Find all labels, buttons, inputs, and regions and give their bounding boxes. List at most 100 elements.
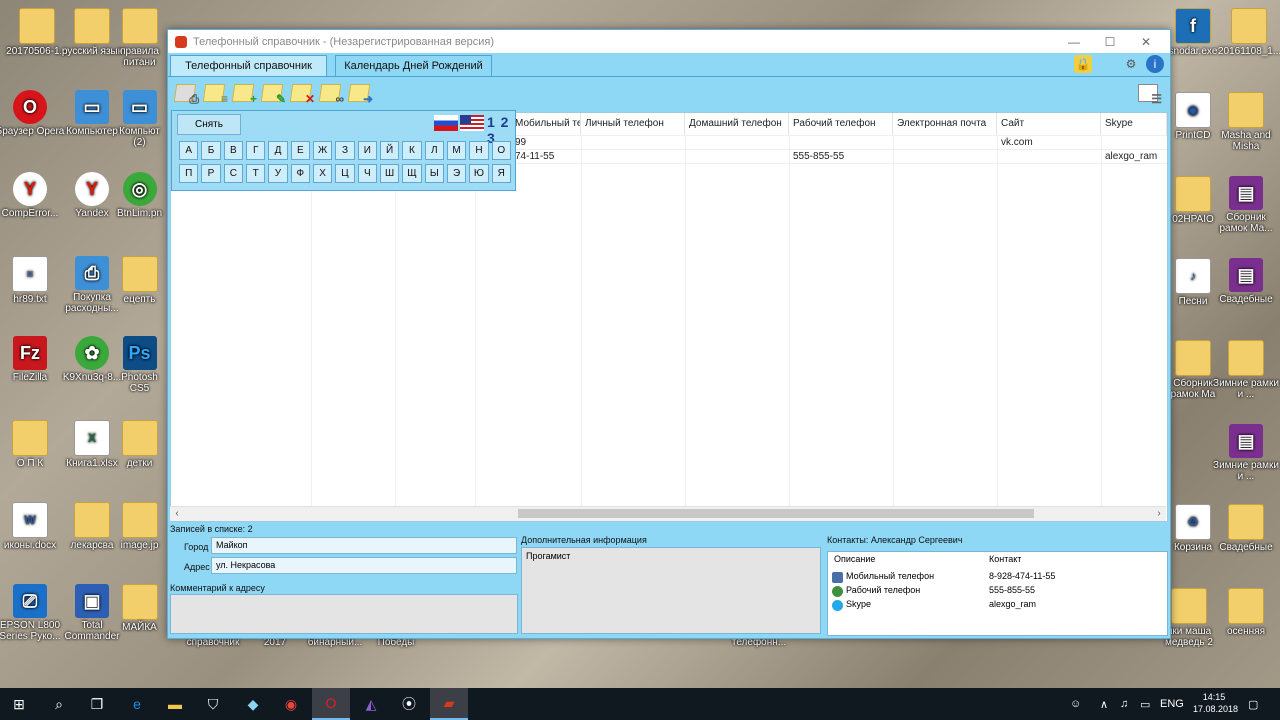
column-header[interactable]: Домашний телефон [685,113,789,135]
letter-button[interactable]: Ш [379,164,400,183]
column-header[interactable]: Личный телефон [581,113,685,135]
scroll-left-icon[interactable]: ‹ [170,507,184,521]
desktop-icon[interactable]: 02HPAIO [1168,176,1218,225]
letter-button[interactable]: М [446,141,467,160]
phonebook-taskbar-icon[interactable]: ▰ [430,688,468,720]
desktop-icon[interactable]: Зимние рамки и ... [1212,340,1280,400]
list-view-button[interactable]: ☰ [1136,81,1162,105]
letter-button[interactable]: С [223,164,243,183]
info-icon[interactable]: i [1146,55,1164,73]
letter-button[interactable]: Л [424,141,444,160]
desktop-icon[interactable]: ◎ BtnLim.pn [112,172,167,219]
letter-button[interactable]: Ы [424,164,444,183]
letter-button[interactable]: Х [312,164,333,183]
letter-button[interactable]: И [357,141,377,160]
letter-button[interactable]: Й [379,141,400,160]
view-note-button[interactable]: ≡ [202,81,228,105]
letter-button[interactable]: А [179,141,199,160]
minimize-button[interactable]: — [1056,30,1092,53]
network-icon[interactable]: ▭ [1140,688,1150,720]
clock[interactable]: 14:15 17.08.2018 [1193,691,1238,715]
visual-studio-icon[interactable]: ◭ [352,688,390,720]
app-icon[interactable]: ◆ [234,688,272,720]
letter-button[interactable]: О [491,141,511,160]
letter-button[interactable]: У [268,164,288,183]
windows-start-icon[interactable]: ⊞ [0,688,38,720]
letter-button[interactable]: П [179,164,199,183]
delete-note-button[interactable]: ✕ [289,81,315,105]
scrollbar-thumb[interactable] [518,509,1034,518]
russian-flag-icon[interactable] [434,115,458,131]
desktop-icon[interactable]: 20161108_1... [1218,8,1280,57]
desktop-icon[interactable]: ◉ PrintCD [1168,92,1218,141]
letter-button[interactable]: Д [268,141,288,160]
desktop-icon[interactable]: осенняя [1212,588,1280,637]
tray-overflow-icon[interactable]: ∧ [1100,688,1108,720]
notifications-icon[interactable]: ▢ [1248,688,1258,720]
desktop-icon[interactable]: Ps Photosh CS5 [112,336,167,394]
letter-button[interactable]: Щ [402,164,422,183]
list-item[interactable]: Рабочий телефон 555-855-55 [832,585,1162,598]
letter-button[interactable]: Ю [469,164,489,183]
horizontal-scrollbar[interactable]: ‹ › [170,506,1166,521]
list-item[interactable]: Skype alexgo_ram [832,599,1162,612]
letter-button[interactable]: Р [201,164,221,183]
desktop-icon[interactable]: ецепть [112,256,167,305]
desktop-icon[interactable]: ▭ Компьют (2) [112,90,167,148]
desktop-icon[interactable]: правила питани [112,8,167,68]
letter-button[interactable]: З [335,141,355,160]
title-bar[interactable]: Телефонный справочник - (Незарегистриров… [168,30,1170,53]
language-indicator[interactable]: ENG [1160,688,1184,720]
desktop-icon[interactable]: ♪ Песни [1168,258,1218,307]
close-button[interactable]: ✕ [1128,30,1164,53]
people-icon[interactable]: ☺ [1070,688,1081,720]
maximize-button[interactable]: ☐ [1092,30,1128,53]
column-header[interactable]: Мобильный телефон [511,113,581,135]
column-header[interactable]: Skype [1101,113,1167,135]
scroll-right-icon[interactable]: › [1152,507,1166,521]
letter-button[interactable]: Г [245,141,266,160]
column-header[interactable]: Сайт [997,113,1101,135]
comment-field[interactable] [170,594,518,634]
tab-birthday-calendar[interactable]: Календарь Дней Рождений [335,55,492,76]
edge-icon[interactable]: e [118,688,156,720]
letter-button[interactable]: Т [245,164,266,183]
desktop-icon[interactable]: Masha and Misha [1212,92,1280,152]
letter-button[interactable]: В [223,141,243,160]
desktop-icon[interactable]: ♻ Корзина [1168,504,1218,553]
letter-button[interactable]: Б [201,141,221,160]
letter-button[interactable]: Ж [312,141,333,160]
export-button[interactable]: ➜ [347,81,373,105]
tab-phonebook[interactable]: Телефонный справочник [170,55,327,76]
desktop-icon[interactable]: ▤ Свадебные [1212,258,1280,305]
letter-button[interactable]: К [402,141,422,160]
search-icon[interactable]: ⌕ [40,688,78,720]
print-button[interactable]: ⎙ [173,81,199,105]
edit-note-button[interactable]: ✎ [260,81,286,105]
desktop-icon[interactable]: МАЙКА [112,584,167,633]
letter-button[interactable]: Я [491,164,511,183]
clear-filter-button[interactable]: Снять [177,114,241,135]
add-note-button[interactable]: + [231,81,257,105]
column-header[interactable]: Электронная почта [893,113,997,135]
desktop-icon[interactable]: ▤ Зимние рамки и ... [1212,424,1280,482]
task-view-icon[interactable]: ❐ [78,688,116,720]
list-item[interactable]: Мобильный телефон 8-928-474-11-55 [832,571,1162,584]
desktop-icon[interactable]: ▤ Сборник рамок Ма... [1212,176,1280,234]
desktop-icon[interactable]: Свадебные [1212,504,1280,553]
file-explorer-icon[interactable]: ▬ [156,688,194,720]
letter-button[interactable]: Н [469,141,489,160]
volume-icon[interactable]: ♫ [1120,688,1128,720]
desktop-icon[interactable]: f snodar.exe [1168,8,1218,57]
letter-button[interactable]: Е [290,141,310,160]
store-icon[interactable]: ⛉ [194,688,232,720]
desktop-icon[interactable]: image.jp [112,502,167,551]
search-button[interactable]: ∞ [318,81,344,105]
lock-icon[interactable]: 🔒 [1074,55,1092,73]
desktop-icon[interactable]: детки [112,420,167,469]
city-field[interactable]: Майкоп [211,537,517,554]
opera-icon[interactable]: O [312,688,350,720]
record-icon[interactable]: ⦿ [390,688,428,720]
desktop-icon[interactable]: Сборник рамок Ма [1168,340,1218,400]
extra-info-field[interactable]: Прогамист [521,547,821,634]
